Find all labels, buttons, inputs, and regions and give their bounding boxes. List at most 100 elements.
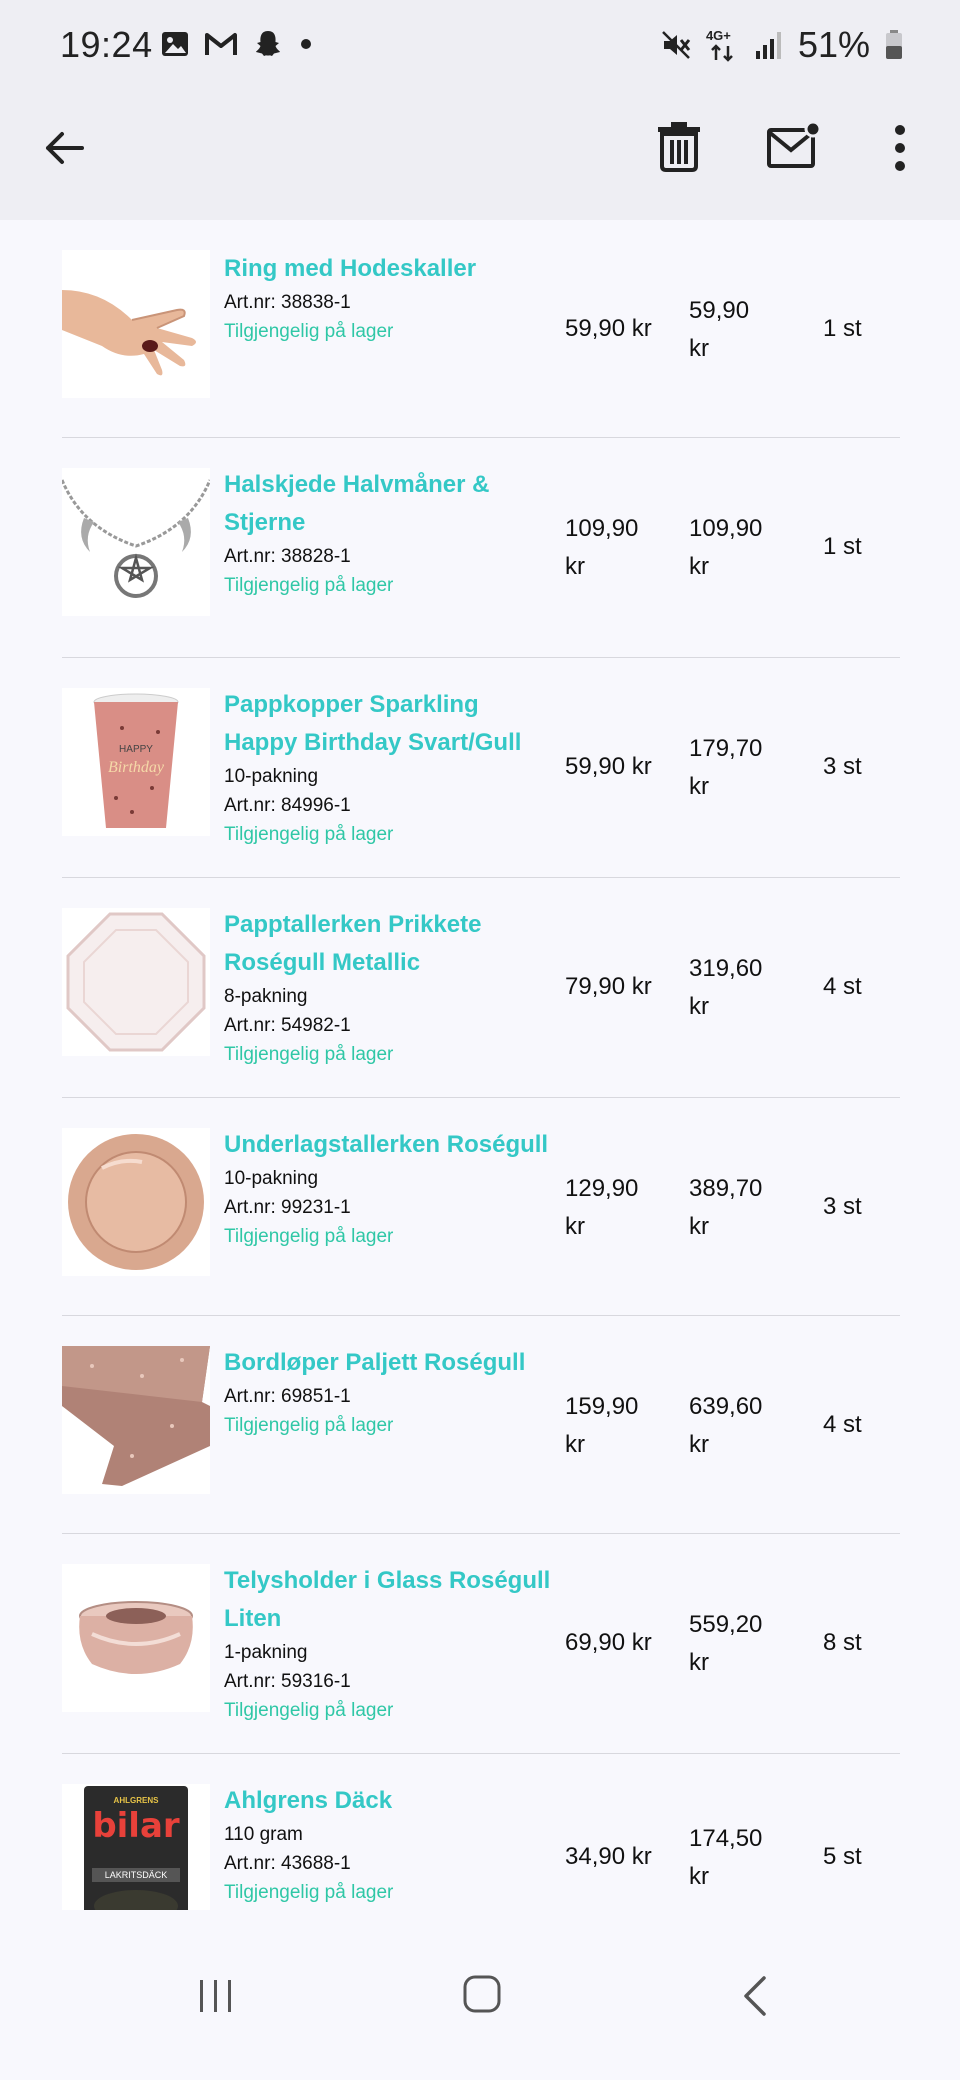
line-total-value: 59,90 — [689, 297, 750, 324]
line-total: 109,90 kr — [689, 510, 799, 586]
product-image-charger-plate — [62, 1128, 210, 1276]
article-number: Art.nr: 38838-1 — [224, 292, 351, 313]
notification-icons — [160, 28, 314, 60]
line-total: 179,70 kr — [689, 730, 799, 806]
stock-status: Tilgjengelig på lager — [224, 1415, 394, 1436]
order-item-list: Ring med Hodeskaller Art.nr: 38838-1 Til… — [0, 220, 960, 1932]
pack-size: 110 gram — [224, 1824, 303, 1845]
line-total: 174,50 kr — [689, 1820, 799, 1896]
recent-apps-icon[interactable] — [196, 1976, 236, 2016]
product-image-candle-holder — [62, 1564, 210, 1712]
line-total: 59,90 kr — [689, 292, 799, 368]
quantity: 4 st — [823, 1411, 862, 1438]
more-vert-icon[interactable] — [888, 122, 912, 174]
quantity: 8 st — [823, 1629, 862, 1656]
line-total-currency: kr — [689, 335, 709, 362]
brand-top: AHLGRENS — [113, 1796, 159, 1805]
line-total: 559,20 kr — [689, 1606, 799, 1682]
list-item[interactable]: Papptallerken Prikkete Roségull Metallic… — [62, 878, 900, 1098]
line-total-value: 319,60 — [689, 955, 763, 982]
unit-price: 69,90 kr — [565, 1624, 675, 1662]
product-name[interactable]: Pappkopper Sparkling Happy Birthday Svar… — [224, 686, 564, 762]
dot-icon — [301, 39, 311, 49]
trash-icon[interactable] — [656, 120, 702, 172]
system-icons: 4G+ 51% — [660, 24, 904, 66]
unit-price-text: 34,90 kr — [565, 1843, 652, 1870]
article-number: Art.nr: 59316-1 — [224, 1671, 351, 1692]
quantity: 3 st — [823, 1193, 862, 1220]
status-bar: 19:24 4G+ 51% — [0, 0, 960, 92]
unit-price: 129,90 kr — [565, 1170, 675, 1246]
product-image-cup: HAPPY Birthday — [62, 688, 210, 836]
product-info: Pappkopper Sparkling Happy Birthday Svar… — [224, 686, 564, 849]
list-item[interactable]: AHLGRENS bilar LAKRITSDÄCK Ahlgrens Däck… — [62, 1754, 900, 1932]
line-total-currency: kr — [689, 553, 709, 580]
back-arrow-icon[interactable] — [38, 122, 90, 174]
product-info: Underlagstallerken Roségull 10-pakning A… — [224, 1126, 564, 1251]
line-total-currency: kr — [689, 993, 709, 1020]
product-name[interactable]: Telysholder i Glass Roségull Liten — [224, 1562, 564, 1638]
product-name-line1: Underlagstallerken Roségull — [224, 1131, 549, 1158]
svg-text:HAPPY: HAPPY — [119, 744, 153, 755]
product-image-ring — [62, 250, 210, 398]
line-total-currency: kr — [689, 773, 709, 800]
snapchat-icon — [256, 31, 280, 56]
list-item[interactable]: Underlagstallerken Roségull 10-pakning A… — [62, 1098, 900, 1316]
article-number: Art.nr: 69851-1 — [224, 1386, 351, 1407]
product-name-line1: Bordløper Paljett Roségull — [224, 1349, 526, 1376]
product-name[interactable]: Bordløper Paljett Roségull — [224, 1344, 564, 1382]
brand-main: bilar — [92, 1806, 180, 1846]
line-total-currency: kr — [689, 1649, 709, 1676]
product-name-line1: Pappkopper Sparkling — [224, 691, 479, 718]
line-total: 319,60 kr — [689, 950, 799, 1026]
app-bar — [0, 92, 960, 220]
product-name[interactable]: Ring med Hodeskaller — [224, 250, 564, 288]
stock-status: Tilgjengelig på lager — [224, 1044, 394, 1065]
product-name[interactable]: Halskjede Halvmåner & Stjerne — [224, 466, 564, 542]
product-name[interactable]: Underlagstallerken Roségull — [224, 1126, 564, 1164]
product-name[interactable]: Ahlgrens Däck — [224, 1782, 564, 1820]
line-total-value: 559,20 — [689, 1611, 763, 1638]
line-total-value: 109,90 — [689, 515, 763, 542]
list-item[interactable]: Telysholder i Glass Roségull Liten 1-pak… — [62, 1534, 900, 1754]
quantity: 1 st — [823, 533, 862, 560]
unit-price: 109,90 kr — [565, 510, 675, 586]
unit-price-value: 129,90 — [565, 1175, 639, 1202]
stock-status: Tilgjengelig på lager — [224, 824, 394, 845]
battery-icon — [886, 30, 902, 59]
product-name[interactable]: Papptallerken Prikkete Roségull Metallic — [224, 906, 564, 982]
network-icon: 4G+ — [706, 28, 740, 62]
stock-status: Tilgjengelig på lager — [224, 1226, 394, 1247]
back-icon[interactable] — [740, 1974, 770, 2018]
list-item[interactable]: Bordløper Paljett Roségull Art.nr: 69851… — [62, 1316, 900, 1534]
mail-unread-icon[interactable] — [766, 120, 822, 170]
unit-price-text: 69,90 kr — [565, 1629, 652, 1656]
unit-price-value: 109,90 — [565, 515, 639, 542]
list-item[interactable]: HAPPY Birthday Pappkopper Sparkling Happ… — [62, 658, 900, 878]
unit-price: 34,90 kr — [565, 1838, 675, 1876]
line-total-value: 179,70 — [689, 735, 763, 762]
list-item[interactable]: Halskjede Halvmåner & Stjerne Art.nr: 38… — [62, 438, 900, 658]
unit-price-value: 159,90 — [565, 1393, 639, 1420]
stock-status: Tilgjengelig på lager — [224, 1882, 394, 1903]
list-item[interactable]: Ring med Hodeskaller Art.nr: 38838-1 Til… — [62, 220, 900, 438]
line-total-value: 639,60 — [689, 1393, 763, 1420]
article-number: Art.nr: 84996-1 — [224, 795, 351, 816]
product-name-line1: Telysholder i Glass Roségull — [224, 1567, 551, 1594]
unit-price-text: 59,90 kr — [565, 315, 652, 342]
gallery-icon — [162, 32, 188, 56]
product-image-plate — [62, 908, 210, 1056]
unit-price: 159,90 kr — [565, 1388, 675, 1464]
pack-size: 10-pakning — [224, 1168, 319, 1189]
product-name-line1: Ahlgrens Däck — [224, 1787, 393, 1814]
article-number: Art.nr: 38828-1 — [224, 546, 351, 567]
article-number: Art.nr: 54982-1 — [224, 1015, 351, 1036]
product-name-line1: Halskjede Halvmåner & — [224, 471, 490, 498]
home-icon[interactable] — [462, 1974, 502, 2014]
pack-size: 8-pakning — [224, 986, 308, 1007]
line-total-value: 174,50 — [689, 1825, 763, 1852]
article-number: Art.nr: 43688-1 — [224, 1853, 351, 1874]
product-info: Ahlgrens Däck 110 gram Art.nr: 43688-1 T… — [224, 1782, 564, 1907]
product-name-line2: Roségull Metallic — [224, 949, 421, 976]
quantity: 4 st — [823, 973, 862, 1000]
